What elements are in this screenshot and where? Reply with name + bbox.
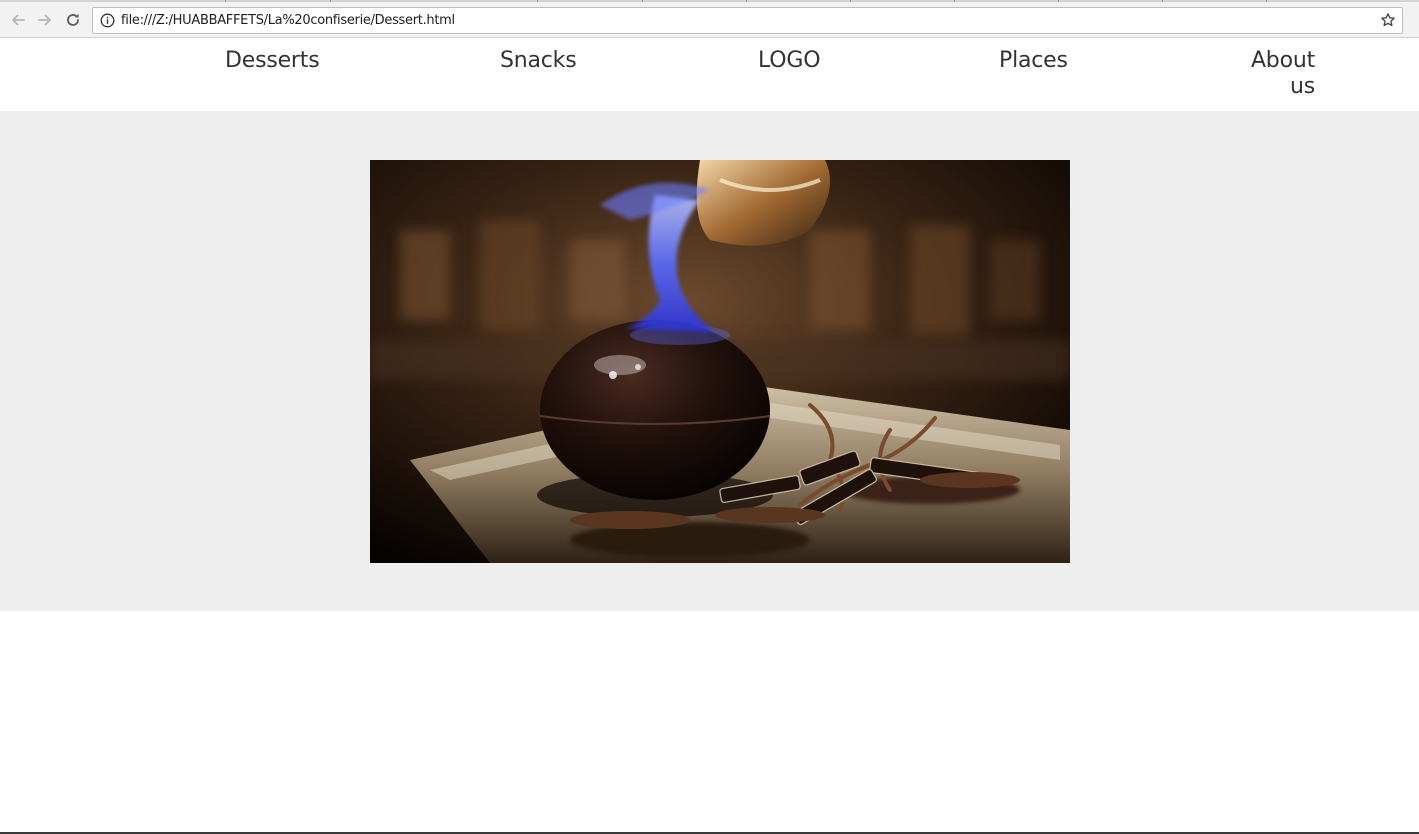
nav-link-desserts[interactable]: Desserts: [225, 48, 320, 74]
nav-link-places[interactable]: Places: [999, 48, 1068, 74]
hero-image: [370, 160, 1070, 563]
browser-toolbar: [0, 2, 1419, 38]
site-navigation: Desserts Snacks LOGO Places About us: [0, 39, 1419, 111]
reload-button[interactable]: [63, 10, 83, 30]
info-icon[interactable]: [100, 13, 115, 33]
star-icon[interactable]: [1380, 12, 1396, 33]
url-input[interactable]: [121, 8, 1361, 33]
hero-section: [0, 111, 1419, 611]
site-logo[interactable]: LOGO: [758, 48, 821, 74]
back-arrow-icon: [12, 14, 25, 26]
back-button[interactable]: [8, 10, 28, 30]
nav-about-line2: us: [1289, 74, 1315, 99]
forward-button[interactable]: [35, 10, 55, 30]
reload-icon: [67, 13, 79, 26]
nav-link-snacks[interactable]: Snacks: [500, 48, 577, 74]
nav-about-line1: About: [1250, 48, 1315, 73]
forward-arrow-icon: [38, 14, 51, 26]
address-bar[interactable]: [92, 7, 1403, 34]
nav-link-about-us[interactable]: About us: [1235, 48, 1315, 100]
